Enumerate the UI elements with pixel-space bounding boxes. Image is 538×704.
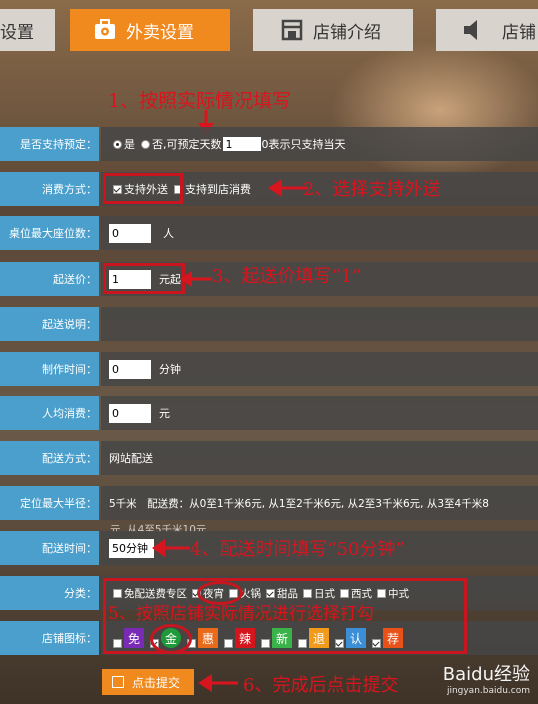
seats-value: 人 (101, 216, 538, 250)
consume-instore-label: 支持到店消费 (185, 183, 251, 196)
watermark-brand: Baidu经验 (442, 664, 530, 685)
avg-spend-label: 人均消费： (0, 396, 99, 430)
avg-spend-unit: 元 (159, 407, 170, 420)
category-label: 分类： (0, 576, 99, 610)
delivery-method-label: 配送方式： (0, 441, 99, 475)
annotation-1: 1、按照实际情况填写 (108, 90, 292, 112)
seats-unit: 人 (163, 227, 174, 240)
row-delivery-method: 配送方式： 网站配送 (0, 441, 538, 475)
consume-label: 消费方式： (0, 172, 99, 206)
row-seats: 桌位最大座位数： 人 (0, 216, 538, 250)
arrow-left-icon (268, 179, 308, 197)
highlight-min-price (103, 263, 185, 294)
preorder-value: 是 否 ,可预定天数 0表示只支持当天 (101, 127, 538, 161)
radius-text: 5千米 配送费：从0至1千米6元, 从1至2千米6元, 从2至3千米6元, 从3… (109, 497, 489, 510)
preorder-yes-label: 是 (124, 138, 135, 151)
annotation-6: 6、完成后点击提交 (243, 675, 399, 696)
avg-spend-value: 元 (101, 396, 538, 430)
prep-time-label: 制作时间： (0, 352, 99, 386)
toolbox-icon (92, 17, 118, 43)
seats-input[interactable] (109, 223, 151, 243)
tab-takeout-settings[interactable]: 外卖设置 (70, 9, 230, 51)
preorder-days-prefix: ,可预定天数 (163, 138, 222, 151)
tab-takeout-label: 外卖设置 (126, 22, 194, 43)
row-min-desc: 起送说明： (0, 307, 538, 341)
check-square-icon (112, 676, 124, 688)
delivery-time-input[interactable] (109, 538, 154, 558)
avg-spend-input[interactable] (109, 403, 151, 423)
prep-time-input[interactable] (109, 359, 151, 379)
preorder-label: 是否支持预定： (0, 127, 99, 161)
preorder-no-radio[interactable] (141, 139, 150, 149)
min-price-label: 起送价： (0, 262, 99, 296)
min-desc-value[interactable] (101, 307, 538, 341)
store-icon (279, 17, 305, 43)
delivery-time-label: 配送时间： (0, 531, 99, 565)
radius-value: 5千米 配送费：从0至1千米6元, 从1至2千米6元, 从2至3千米6元, 从3… (101, 486, 538, 520)
annotation-2: 2、选择支持外送 (303, 179, 441, 200)
tab-settings[interactable]: 设置 (0, 9, 55, 51)
row-prep-time: 制作时间： 分钟 (0, 352, 538, 386)
tab-store-label: 店铺 (502, 22, 536, 43)
arrow-left-icon-3 (152, 539, 190, 557)
highlight-consume (103, 173, 183, 204)
store-icons-label: 店铺图标： (0, 621, 99, 655)
seats-label: 桌位最大座位数： (0, 216, 99, 250)
row-preorder: 是否支持预定： 是 否 ,可预定天数 0表示只支持当天 (0, 127, 538, 161)
preorder-yes-radio[interactable] (113, 139, 122, 149)
row-avg-spend: 人均消费： 元 (0, 396, 538, 430)
radius-label: 定位最大半径： (0, 486, 99, 520)
preorder-days-suffix: 0表示只支持当天 (261, 138, 346, 151)
submit-label: 点击提交 (132, 675, 181, 690)
prep-time-unit: 分钟 (159, 363, 181, 376)
tab-store-intro[interactable]: 店铺介绍 (253, 9, 413, 51)
watermark-url: jingyan.baidu.com (446, 686, 530, 696)
arrow-left-icon-4 (198, 674, 238, 692)
prep-time-value: 分钟 (101, 352, 538, 386)
row-radius: 定位最大半径： 5千米 配送费：从0至1千米6元, 从1至2千米6元, 从2至3… (0, 486, 538, 520)
tab-store[interactable]: 店铺 (436, 9, 538, 51)
preorder-days-input[interactable] (222, 137, 261, 151)
tab-store-intro-label: 店铺介绍 (313, 22, 381, 43)
speaker-icon (460, 17, 486, 43)
submit-button[interactable]: 点击提交 (102, 669, 194, 695)
annotation-3: 3、起送价填写“1” (212, 266, 362, 287)
highlight-gold-oval (150, 624, 192, 654)
annotation-4: 4、配送时间填写“50分钟” (190, 539, 405, 560)
annotation-5: 5、按照店铺实际情况进行选择打勾 (108, 604, 374, 624)
min-desc-label: 起送说明： (0, 307, 99, 341)
delivery-method-value: 网站配送 (101, 441, 538, 475)
baidu-watermark: Baidu经验 jingyan.baidu.com (443, 660, 530, 696)
arrow-left-icon-2 (180, 271, 212, 287)
tab-settings-label: 设置 (0, 22, 34, 43)
preorder-no-label: 否 (152, 138, 163, 151)
top-tabs: 设置 外卖设置 店铺介绍 店铺 (0, 0, 538, 62)
